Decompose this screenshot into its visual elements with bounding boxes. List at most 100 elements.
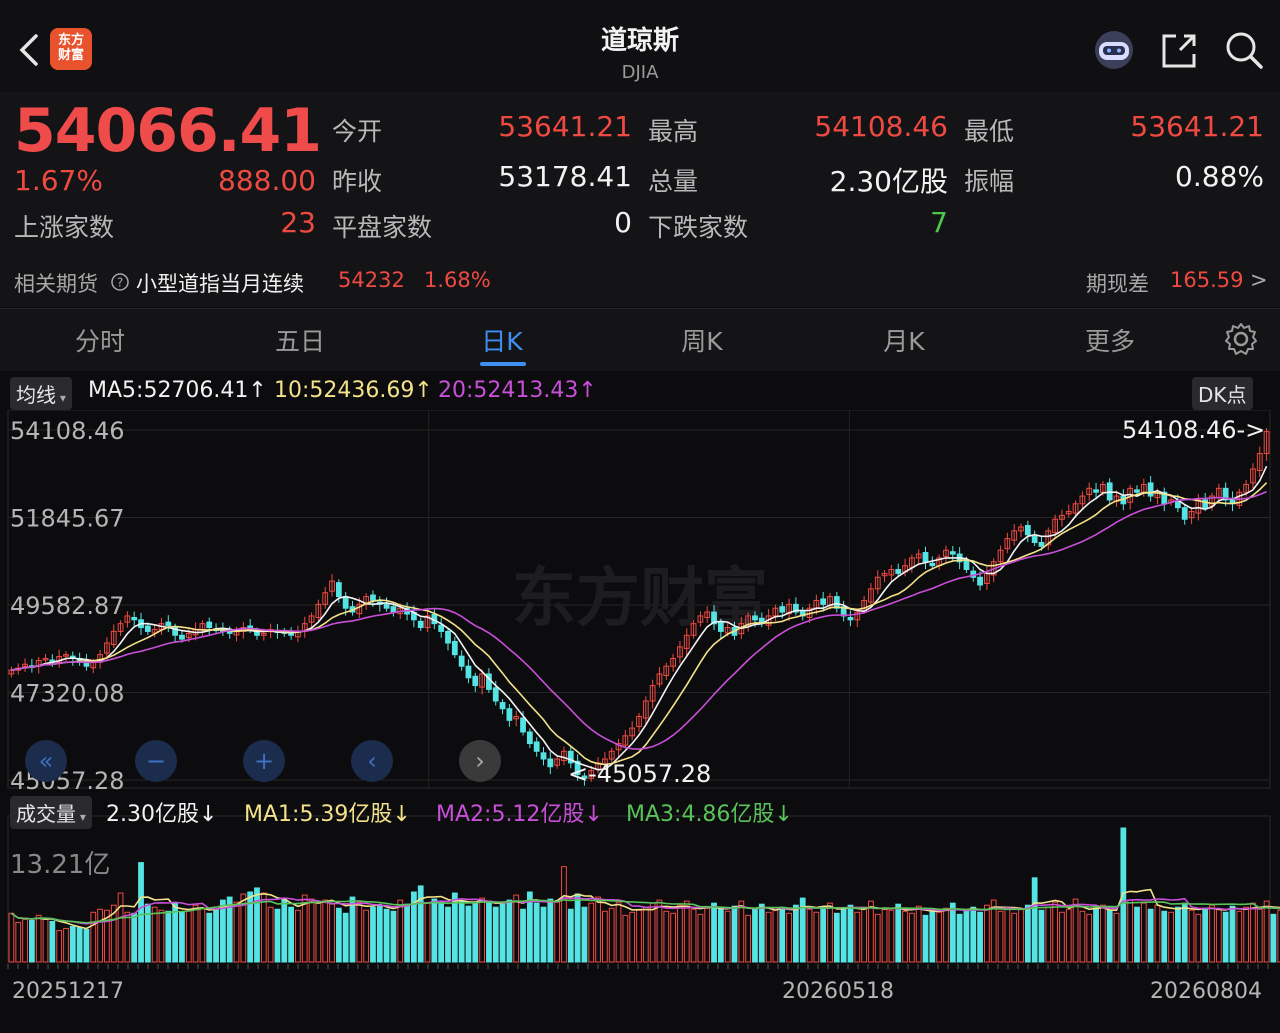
volume-bar [833,912,840,963]
candle-body [179,634,185,640]
quote-label-1-0: 昨收 [332,167,383,196]
volume-bar [874,913,881,963]
volume-bar [1106,909,1113,963]
volume-bar [1270,913,1277,963]
volume-bar [138,862,144,963]
volume-bar [472,902,479,963]
volume-bar [322,899,329,963]
volume-bar [1250,902,1256,963]
volume-bar [213,908,219,963]
tab-1[interactable]: 五日 [240,322,360,358]
volume-bar [513,894,520,963]
volume-bar [349,896,356,963]
y-tick-label: 51845.67 [10,505,125,533]
ma-selector[interactable]: 均线 ▾ [10,377,72,410]
volume-value: 2.30亿股↓ [106,802,218,827]
kline-chart[interactable]: 54108.46 51845.67 49582.87 47320.08 45057.28… [0,410,1280,1033]
volume-bar [758,903,765,963]
volume-bar [1181,902,1188,963]
volume-bar [561,866,567,963]
volume-bar [1018,908,1024,963]
change-percent: 1.67% [14,164,103,197]
volume-bar [588,902,595,963]
volume-bar [779,906,786,963]
candle-body [465,665,472,679]
tab-3[interactable]: 周K [642,322,762,358]
chart-control-1[interactable]: − [135,740,177,782]
volume-bar [335,907,342,963]
chart-control-glyph: − [146,747,166,775]
y-tick-label: 45057.28 [10,767,125,795]
candle-body [540,752,547,760]
tab-2[interactable]: 日K [442,322,562,358]
volume-bar [69,925,76,963]
volume-bar [144,903,151,963]
help-circle-icon[interactable]: ? [110,272,130,292]
volume-bar [179,911,185,963]
candle-body [417,620,424,629]
tab-4[interactable]: 月K [844,322,964,358]
volume-bar [1011,912,1018,963]
volume-bar [1195,913,1202,963]
volume-bar [554,901,561,963]
candle-body [451,640,458,656]
share-icon[interactable] [1160,32,1198,70]
tab-5[interactable]: 更多 [1050,322,1170,358]
quote-value-0-0: 53641.21 [498,110,632,143]
chart-control-3[interactable]: ‹ [351,740,393,782]
volume-bar [158,909,165,963]
volume-bar [888,909,895,963]
down-count-value: 7 [930,206,948,239]
volume-bar [28,919,35,963]
volume-selector[interactable]: 成交量 ▾ [10,796,92,829]
volume-bar [1086,913,1093,963]
volume-ma2-line [10,896,1280,925]
volume-bar [677,904,683,963]
volume-bar [151,906,158,963]
volume-bar [1209,904,1215,963]
candle-body [752,615,758,621]
chart-control-2[interactable]: + [243,740,285,782]
volume-bar [943,907,949,963]
volume-bar [902,910,908,963]
search-icon[interactable] [1224,30,1264,70]
low-annotation: <-45057.28 [568,760,711,788]
volume-bar [417,885,424,963]
candle-body [438,624,445,632]
volume-bar [956,913,963,963]
volume-ma2: MA2:5.12亿股↓ [436,802,603,827]
x-tick-label: 20260804 [1150,979,1262,1004]
ma20-value: 20:52413.43↑ [438,378,597,403]
volume-bar [1072,898,1079,963]
candle-body [1175,500,1181,509]
volume-bar [499,903,506,963]
candle-body [520,717,526,733]
chart-control-glyph: + [254,747,274,775]
volume-bar [670,912,676,963]
volume-bar [881,908,888,963]
volume-bar [711,902,717,963]
volume-bar [1168,911,1174,963]
volume-bar [642,906,649,963]
page-subtitle: DJIA [621,62,659,83]
volume-bar [970,906,977,963]
x-tick-label: 20260518 [782,979,894,1004]
volume-bar [847,904,854,963]
volume-bar [963,909,970,963]
dk-point-button[interactable]: DK点 [1192,377,1253,410]
volume-bar [15,921,22,963]
volume-bar [738,900,745,963]
volume-bar [1263,900,1270,963]
chart-control-4[interactable]: › [459,740,501,782]
volume-bar [745,914,752,963]
tab-0[interactable]: 分时 [40,322,160,358]
chevron-right-icon[interactable]: > [1250,268,1268,292]
chart-control-0[interactable]: « [25,740,67,782]
gear-icon[interactable] [1224,322,1258,356]
volume-bar [567,908,574,963]
volume-bar [90,911,97,963]
volume-bar [342,912,349,963]
robot-assistant-icon[interactable] [1092,30,1136,70]
candle-body [458,655,465,667]
quote-value-0-1: 54108.46 [814,110,948,143]
